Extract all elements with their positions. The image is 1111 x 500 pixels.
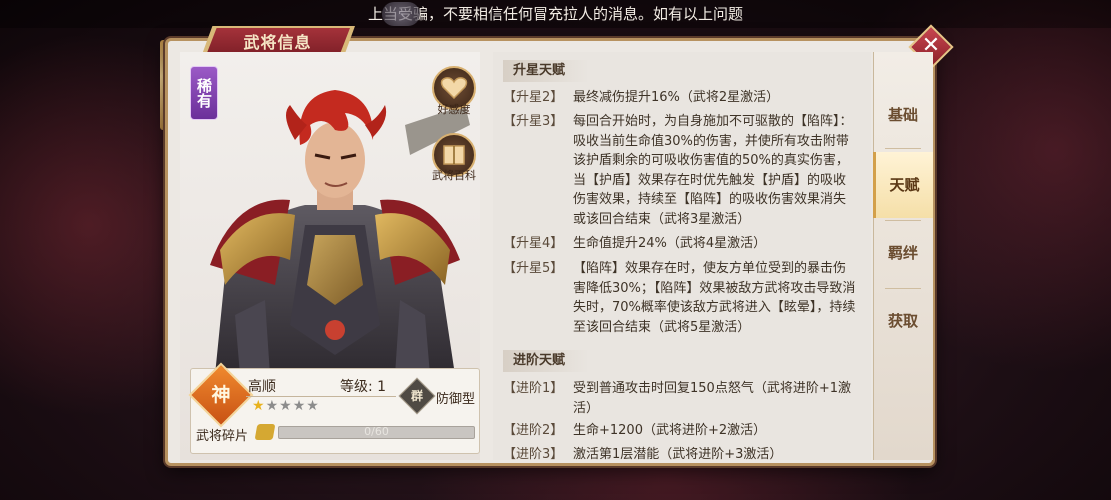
tab-talent[interactable]: 天赋 (873, 152, 933, 218)
talent-tag: 【升星5】 (503, 261, 564, 276)
tab-divider (885, 148, 921, 149)
talent-entry: 【升星3】 每回合开始时，为自身施加不可驱散的【陷阵】：吸收当前生命值30%的伤… (503, 112, 863, 232)
encyclopedia-label: 武将百科 (432, 169, 476, 182)
talent-text: 生命+1200（武将进阶+2激活） (573, 423, 767, 438)
star-rating: ★★★★★ (252, 398, 320, 414)
talent-tag: 【进阶1】 (503, 381, 564, 396)
talent-entry: 【升星4】 生命值提升24%（武将4星激活） (503, 234, 863, 254)
star-icon-empty: ★ (279, 398, 293, 414)
section-header-advance-talents: 进阶天赋 (503, 350, 589, 372)
shard-icon (254, 424, 276, 440)
divider (246, 396, 396, 397)
hero-name: 高顺 (248, 379, 276, 395)
hero-level: 等级: 1 (340, 379, 387, 395)
rarity-badge: 稀有 (190, 66, 218, 120)
shards-label: 武将碎片 (196, 429, 249, 444)
hero-portrait (210, 90, 470, 375)
talent-entry: 【进阶3】 激活第1层潜能（武将进阶+3激活） (503, 445, 863, 460)
marquee-speaker-icon (382, 2, 420, 26)
tab-basic[interactable]: 基础 (873, 82, 933, 148)
talent-entry: 【进阶2】 生命+1200（武将进阶+2激活） (503, 421, 863, 441)
talent-text: 每回合开始时，为自身施加不可驱散的【陷阵】：吸收当前生命值30%的伤害，并使所有… (573, 114, 853, 227)
star-icon-empty: ★ (265, 398, 280, 414)
talent-text: 最终减伤提升16%（武将2星激活） (573, 90, 780, 105)
talent-text: 受到普通攻击时回复150点怒气（武将进阶+1激活） (573, 381, 851, 416)
talent-text: 生命值提升24%（武将4星激活） (573, 236, 767, 251)
shards-progress-text: 0/60 (364, 425, 389, 438)
talent-entry: 【升星2】 最终减伤提升16%（武将2星激活） (503, 88, 863, 108)
talent-tag: 【进阶2】 (503, 423, 564, 438)
talent-tag: 【升星4】 (503, 236, 564, 251)
talent-tag: 【进阶3】 (503, 447, 564, 460)
affection-label: 好感度 (437, 103, 471, 116)
talent-tag: 【升星2】 (503, 90, 564, 105)
announcement-marquee: 上当受骗，不要相信任何冒充拉人的消息。如有以上问题 (0, 0, 1111, 28)
tab-bonds[interactable]: 羁绊 (873, 220, 933, 286)
talent-entry: 【进阶1】 受到普通攻击时回复150点怒气（武将进阶+1激活） (503, 379, 863, 419)
tab-obtain[interactable]: 获取 (873, 288, 933, 354)
talent-text: 【陷阵】效果存在时，使友方单位受到的暴击伤害降低30%；【陷阵】效果被敌方武将攻… (573, 261, 856, 335)
faction-badge: 群 (410, 389, 423, 403)
talent-tag: 【升星3】 (503, 114, 564, 129)
hero-role: 防御型 (436, 392, 476, 407)
talent-text: 激活第1层潜能（武将进阶+3激活） (573, 447, 783, 460)
star-icon-empty: ★ (292, 398, 307, 414)
talent-entry: 【升星5】 【陷阵】效果存在时，使友方单位受到的暴击伤害降低30%；【陷阵】效果… (503, 259, 863, 341)
grade-badge: 神 (211, 384, 231, 406)
section-header-star-talents: 升星天赋 (503, 60, 589, 82)
game-screen: 上当受骗，不要相信任何冒充拉人的消息。如有以上问题 武将信息 ✕ 稀有 好感度 … (0, 0, 1111, 500)
star-icon-empty: ★ (306, 398, 320, 414)
star-icon-filled: ★ (252, 398, 266, 414)
